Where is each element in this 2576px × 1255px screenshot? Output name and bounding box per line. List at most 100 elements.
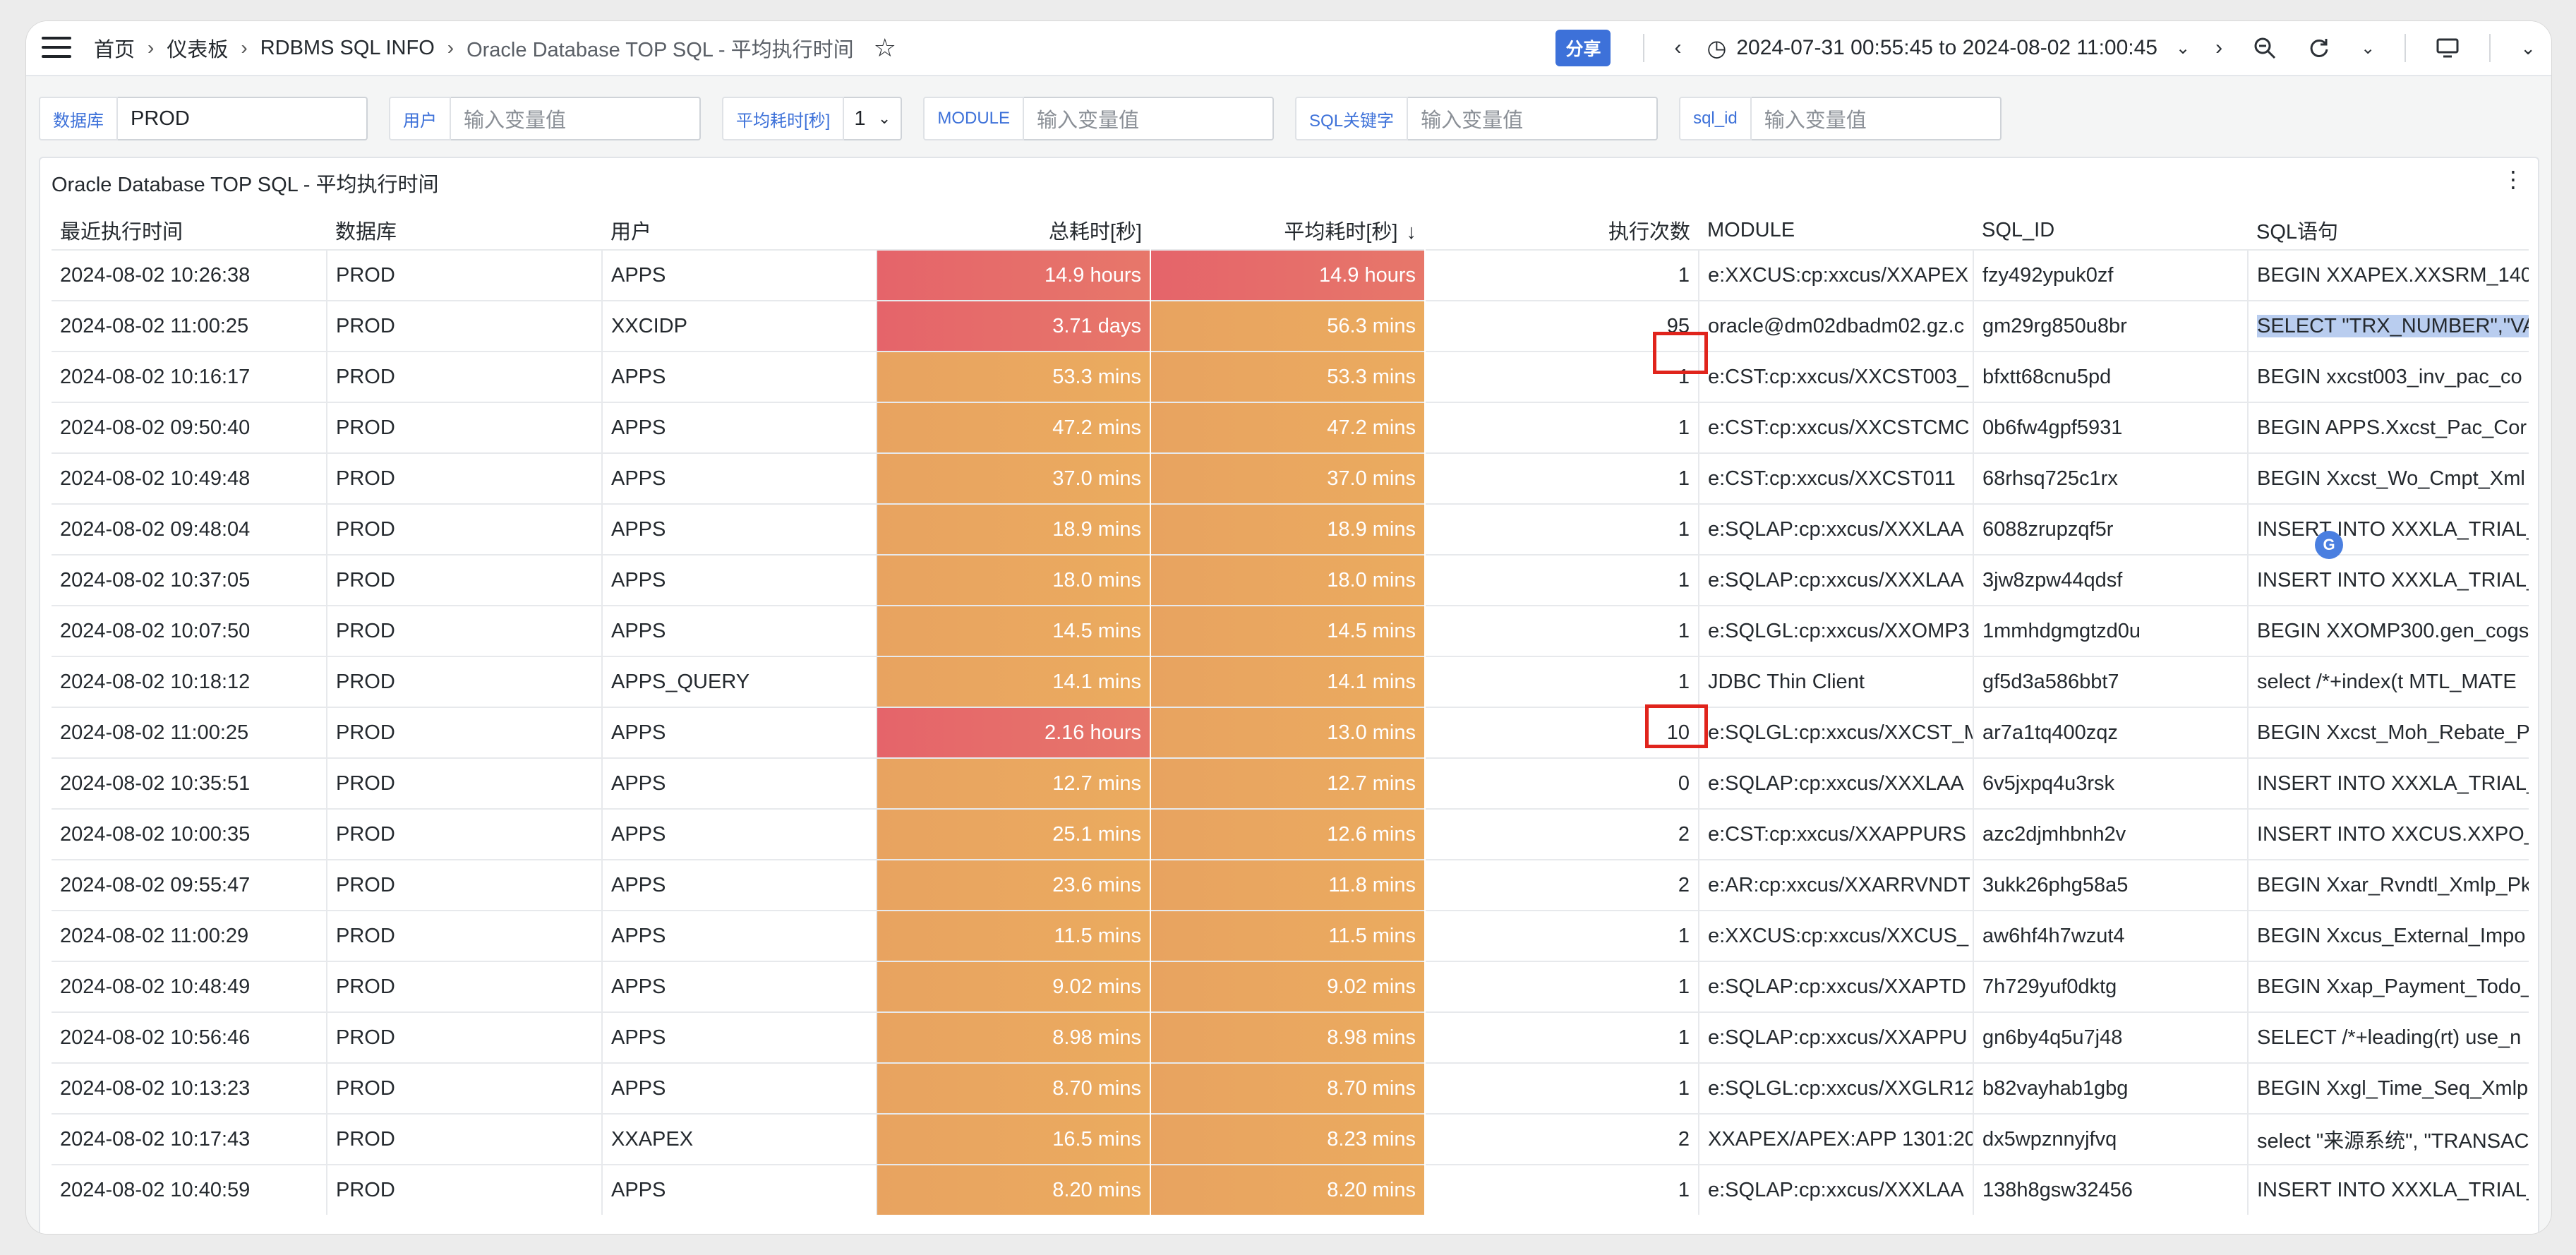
- translate-icon[interactable]: G: [2315, 531, 2343, 559]
- cell-last-exec-time: 2024-08-02 10:07:50: [52, 605, 327, 656]
- zoom-out-icon[interactable]: [2253, 37, 2276, 59]
- chevron-down-icon: ⌄: [877, 109, 891, 127]
- cell-database: PROD: [327, 300, 603, 352]
- sql-text: BEGIN Xxgl_Time_Seq_Xmlp: [2257, 1076, 2529, 1100]
- avg-duration-value: 1: [854, 107, 866, 130]
- cell-sql-id: 1mmhdgmgtzd0u: [1973, 605, 2249, 656]
- time-forward-icon[interactable]: ›: [2215, 36, 2222, 60]
- table-row[interactable]: 2024-08-02 11:00:25 PROD APPS 2.16 hours 13.…: [52, 707, 2529, 758]
- column-header-module[interactable]: MODULE: [1699, 211, 1973, 250]
- cell-exec-count: 1: [1425, 1062, 1699, 1114]
- sql-text: INSERT INTO XXXLA_TRIAL_: [2257, 771, 2529, 795]
- breadcrumb-home[interactable]: 首页: [94, 33, 135, 63]
- cell-sql-text: BEGIN Xxcst_Wo_Cmpt_Xml: [2248, 452, 2529, 504]
- sql-id-input[interactable]: 输入变量值: [1751, 97, 2002, 140]
- table-row[interactable]: 2024-08-02 11:00:29 PROD APPS 11.5 mins 11.5…: [52, 910, 2529, 961]
- toolbar-divider: [2405, 34, 2407, 62]
- collapse-chevron-icon[interactable]: ⌄: [2520, 37, 2536, 59]
- breadcrumb-folder[interactable]: RDBMS SQL INFO: [260, 37, 435, 60]
- refresh-interval-chevron-icon[interactable]: ⌄: [2361, 38, 2375, 59]
- column-header-sql-text[interactable]: SQL语句: [2248, 211, 2529, 250]
- cell-sql-id: 138h8gsw32456: [1973, 1164, 2249, 1215]
- refresh-icon[interactable]: [2307, 37, 2330, 59]
- table-row[interactable]: 2024-08-02 11:00:25 PROD XXCIDP 3.71 days 56…: [52, 300, 2529, 352]
- toolbar-divider: [1643, 34, 1645, 62]
- table-row[interactable]: 2024-08-02 10:13:23 PROD APPS 8.70 mins 8.70…: [52, 1062, 2529, 1114]
- sql-text: INSERT INTO XXXLA_TRIAL_: [2257, 517, 2529, 541]
- column-header-last-exec-time[interactable]: 最近执行时间: [52, 211, 327, 250]
- cell-sql-id: 68rhsq725c1rx: [1973, 452, 2249, 504]
- cell-last-exec-time: 2024-08-02 10:13:23: [52, 1062, 327, 1114]
- table-row[interactable]: 2024-08-02 10:26:38 PROD APPS 14.9 hours 14.…: [52, 249, 2529, 301]
- cell-exec-count: 1: [1425, 1011, 1699, 1063]
- variable-avg-duration: 平均耗时[秒] 1 ⌄: [722, 97, 903, 140]
- cell-sql-id: b82vayhab1gbg: [1973, 1062, 2249, 1114]
- table-row[interactable]: 2024-08-02 10:17:43 PROD XXAPEX 16.5 mins 8.…: [52, 1113, 2529, 1165]
- table-row[interactable]: 2024-08-02 10:16:17 PROD APPS 53.3 mins 53.3…: [52, 351, 2529, 402]
- cell-avg-time: 8.98 mins: [1150, 1011, 1426, 1063]
- cell-avg-time: 18.9 mins: [1150, 503, 1426, 555]
- breadcrumb-dashboards[interactable]: 仪表板: [167, 33, 228, 63]
- chevron-down-icon: ⌄: [2175, 38, 2191, 58]
- column-header-user[interactable]: 用户: [602, 211, 877, 250]
- user-input[interactable]: 输入变量值: [451, 97, 701, 140]
- sql-text: BEGIN Xxar_Rvndtl_Xmlp_Pk: [2257, 873, 2529, 896]
- cell-module: e:CST:cp:xxcus/XXCST011: [1699, 452, 1974, 504]
- database-input[interactable]: PROD: [118, 97, 368, 140]
- variable-label: 数据库: [39, 97, 118, 140]
- panel-menu-icon[interactable]: ⋮: [2497, 162, 2529, 196]
- tv-mode-icon[interactable]: [2436, 37, 2460, 59]
- column-header-avg-time[interactable]: 平均耗时[秒] ↓: [1150, 211, 1425, 250]
- cell-sql-text: SELECT "TRX_NUMBER","VA: [2248, 300, 2529, 352]
- share-button[interactable]: 分享: [1555, 30, 1611, 66]
- top-sql-table: 最近执行时间 数据库 用户 总耗时[秒] 平均耗时[秒] ↓ 执行次数 MODUL…: [52, 211, 2529, 1215]
- table-row[interactable]: 2024-08-02 10:49:48 PROD APPS 37.0 mins 37.0…: [52, 452, 2529, 504]
- avg-duration-select[interactable]: 1 ⌄: [844, 97, 903, 140]
- cell-last-exec-time: 2024-08-02 10:40:59: [52, 1164, 327, 1215]
- table-row[interactable]: 2024-08-02 09:50:40 PROD APPS 47.2 mins 47.2…: [52, 402, 2529, 453]
- table-row[interactable]: 2024-08-02 10:48:49 PROD APPS 9.02 mins 9.02…: [52, 961, 2529, 1012]
- breadcrumb: 首页 › 仪表板 › RDBMS SQL INFO › Oracle Datab…: [94, 21, 896, 75]
- column-header-sql-id[interactable]: SQL_ID: [1973, 211, 2248, 250]
- table-row[interactable]: 2024-08-02 10:35:51 PROD APPS 12.7 mins 12.7…: [52, 757, 2529, 809]
- cell-exec-count: 1: [1425, 961, 1699, 1012]
- table-row[interactable]: 2024-08-02 10:56:46 PROD APPS 8.98 mins 8.98…: [52, 1011, 2529, 1063]
- column-header-total-time[interactable]: 总耗时[秒]: [877, 211, 1150, 250]
- column-header-database[interactable]: 数据库: [327, 211, 602, 250]
- table-row[interactable]: 2024-08-02 10:37:05 PROD APPS 18.0 mins 18.0…: [52, 554, 2529, 606]
- cell-total-time: 2.16 hours: [877, 707, 1151, 758]
- cell-sql-text: BEGIN Xxgl_Time_Seq_Xmlp: [2248, 1062, 2529, 1114]
- column-header-exec-count[interactable]: 执行次数: [1425, 211, 1699, 250]
- table-row[interactable]: 2024-08-02 10:07:50 PROD APPS 14.5 mins 14.5…: [52, 605, 2529, 656]
- module-input[interactable]: 输入变量值: [1024, 97, 1275, 140]
- cell-last-exec-time: 2024-08-02 10:56:46: [52, 1011, 327, 1063]
- cell-module: e:SQLGL:cp:xxcus/XXGLR12: [1699, 1062, 1974, 1114]
- table-row[interactable]: 2024-08-02 10:40:59 PROD APPS 8.20 mins 8.20…: [52, 1164, 2529, 1215]
- variable-label: 用户: [389, 97, 451, 140]
- cell-module: e:SQLAP:cp:xxcus/XXXLAA: [1699, 757, 1974, 809]
- cell-sql-id: aw6hf4h7wzut4: [1973, 910, 2249, 961]
- cell-avg-time: 56.3 mins: [1150, 300, 1426, 352]
- table-row[interactable]: 2024-08-02 10:00:35 PROD APPS 25.1 mins 12.6…: [52, 808, 2529, 860]
- table-row[interactable]: 2024-08-02 10:18:12 PROD APPS_QUERY 14.1 mi…: [52, 656, 2529, 707]
- time-range-picker[interactable]: ◷ 2024-07-31 00:55:45 to 2024-08-02 11:0…: [1707, 35, 2190, 61]
- cell-avg-time: 14.9 hours: [1150, 249, 1426, 301]
- cell-database: PROD: [327, 656, 603, 707]
- hamburger-menu-icon[interactable]: [42, 37, 71, 59]
- cell-sql-id: azc2djmhbnh2v: [1973, 808, 2249, 860]
- table-row[interactable]: 2024-08-02 09:48:04 PROD APPS 18.9 mins 18.9…: [52, 503, 2529, 555]
- cell-total-time: 8.98 mins: [877, 1011, 1151, 1063]
- cell-sql-text: select /*+index(t MTL_MATE: [2248, 656, 2529, 707]
- star-icon[interactable]: ☆: [874, 33, 896, 63]
- cell-sql-id: fzy492ypuk0zf: [1973, 249, 2249, 301]
- chevron-right-icon: ›: [241, 37, 248, 59]
- cell-avg-time: 11.8 mins: [1150, 859, 1426, 911]
- sql-text: BEGIN XXOMP300.gen_cogs: [2257, 619, 2529, 642]
- time-back-icon[interactable]: ‹: [1674, 36, 1681, 60]
- sql-keyword-input[interactable]: 输入变量值: [1408, 97, 1659, 140]
- cell-sql-id: bfxtt68cnu5pd: [1973, 351, 2249, 402]
- table-row[interactable]: 2024-08-02 09:55:47 PROD APPS 23.6 mins 11.8…: [52, 859, 2529, 911]
- cell-last-exec-time: 2024-08-02 10:49:48: [52, 452, 327, 504]
- cell-module: e:SQLAP:cp:xxcus/XXXLAA: [1699, 503, 1974, 555]
- cell-avg-time: 12.7 mins: [1150, 757, 1426, 809]
